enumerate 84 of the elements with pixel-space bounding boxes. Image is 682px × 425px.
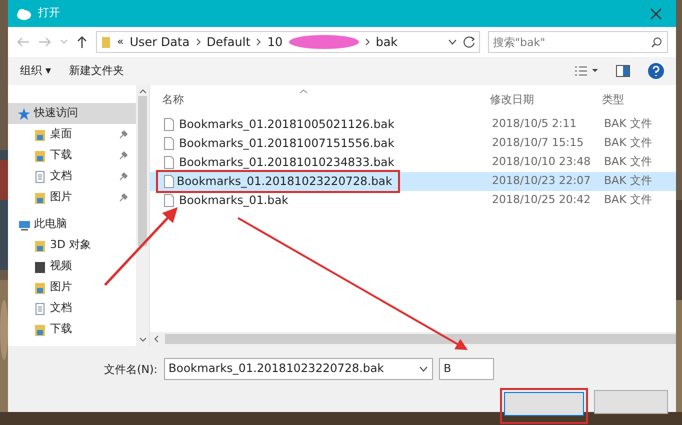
sidebar-item[interactable]: 视频 xyxy=(8,256,136,277)
preview-pane-icon[interactable] xyxy=(616,65,630,77)
dropdown-icon xyxy=(418,366,428,372)
folder-icon xyxy=(34,282,46,294)
folder-icon xyxy=(101,36,111,48)
path-segment[interactable]: bak xyxy=(376,33,398,51)
filename-field[interactable]: Bookmarks_01.20181023220728.bak xyxy=(164,358,433,380)
folder-icon xyxy=(34,324,46,336)
sort-caret-icon xyxy=(299,88,308,94)
window-title: 打开 xyxy=(38,5,60,22)
chevron-icon xyxy=(256,38,262,46)
address-bar[interactable]: « User Data Default 10 bak xyxy=(96,31,480,53)
redaction-mark xyxy=(288,35,359,49)
file-row[interactable]: Bookmarks_01.20181010234833.bak 2018/10/10 23:48 BAK 文件 xyxy=(150,153,676,172)
refresh-icon[interactable] xyxy=(463,36,475,48)
file-date: 2018/10/10 23:48 xyxy=(492,155,591,168)
file-icon xyxy=(164,118,174,131)
sidebar-item[interactable]: 桌面 xyxy=(8,124,136,145)
sidebar-item[interactable]: 图片 xyxy=(8,277,136,298)
folder-icon xyxy=(34,150,46,162)
file-icon xyxy=(164,194,174,207)
open-button[interactable] xyxy=(504,392,584,416)
file-type: BAK 文件 xyxy=(604,155,652,168)
folder-icon xyxy=(34,240,46,252)
sidebar-item[interactable]: 下载 xyxy=(8,145,136,166)
sidebar-item[interactable]: 图片 xyxy=(8,187,136,208)
scroll-left-icon xyxy=(154,335,159,343)
file-type: BAK 文件 xyxy=(604,193,652,206)
dropdown-icon[interactable] xyxy=(448,39,457,45)
file-name: Bookmarks_01.20181023220728.bak xyxy=(176,172,392,190)
sidebar-item[interactable]: 文档 xyxy=(8,298,136,319)
file-date: 2018/10/5 2:11 xyxy=(492,117,577,130)
scrollbar[interactable] xyxy=(150,332,676,346)
file-row[interactable]: Bookmarks_01.20181005021126.bak 2018/10/5 2:11 BAK 文件 xyxy=(150,115,676,134)
sidebar-item[interactable]: 此电脑 xyxy=(8,214,136,235)
path-segment[interactable]: User Data xyxy=(130,33,190,51)
file-date: 2018/10/7 15:15 xyxy=(492,136,584,150)
file-name: Bookmarks_01.20181005021126.bak xyxy=(179,116,394,133)
path-segment[interactable]: 10 xyxy=(267,33,283,51)
sidebar-item[interactable]: 文档 xyxy=(8,166,136,187)
filename-label: 文件名(N): xyxy=(104,362,158,378)
path-segment[interactable]: Default xyxy=(206,33,250,51)
folder-icon xyxy=(34,128,46,140)
sidebar-item[interactable]: 快速访问 xyxy=(8,103,136,124)
document-icon xyxy=(34,170,46,182)
file-type: BAK 文件 xyxy=(604,174,652,188)
file-name: Bookmarks_01.20181007151556.bak xyxy=(179,134,394,152)
file-row[interactable]: Bookmarks_01.bak 2018/10/25 20:42 BAK 文件 xyxy=(150,191,676,210)
column-header[interactable]: 类型 xyxy=(602,92,624,106)
close-icon[interactable] xyxy=(650,8,662,20)
file-icon xyxy=(164,137,174,150)
path-overflow-chevron[interactable]: « xyxy=(117,34,124,50)
search-icon xyxy=(651,36,662,48)
app-icon xyxy=(16,6,32,20)
document-icon xyxy=(34,302,46,314)
file-type: BAK 文件 xyxy=(604,117,652,130)
file-row[interactable]: Bookmarks_01.20181007151556.bak 2018/10/7 15:15 BAK 文件 xyxy=(150,134,676,153)
file-date: 2018/10/25 20:42 xyxy=(492,193,591,206)
scroll-down-icon xyxy=(138,337,146,342)
video-folder-icon xyxy=(34,260,46,272)
chevron-icon xyxy=(364,38,370,46)
column-header[interactable]: 修改日期 xyxy=(490,92,534,106)
folder-icon xyxy=(34,192,46,204)
file-name: Bookmarks_01.20181010234833.bak xyxy=(179,154,394,171)
file-icon xyxy=(164,175,174,188)
new-folder-button[interactable]: 新建文件夹 xyxy=(69,62,124,80)
file-type-dropdown[interactable]: B xyxy=(438,358,494,380)
help-icon[interactable] xyxy=(648,63,664,79)
computer-icon xyxy=(18,218,30,230)
search-field[interactable]: 搜索"bak" xyxy=(488,31,668,53)
star-icon xyxy=(18,108,30,120)
file-row[interactable]: Bookmarks_01.20181023220728.bak 2018/10/23 22:07 BAK 文件 xyxy=(150,172,676,191)
view-options-icon[interactable] xyxy=(574,65,598,77)
scroll-up-icon xyxy=(138,89,146,94)
chevron-icon xyxy=(196,38,201,46)
file-name: Bookmarks_01.bak xyxy=(179,192,288,209)
file-icon xyxy=(164,156,174,169)
column-header[interactable]: 名称 xyxy=(162,92,184,108)
sidebar-item[interactable]: 下载 xyxy=(8,319,136,340)
organize-menu[interactable]: 组织 ▾ xyxy=(20,62,52,80)
sidebar-item[interactable]: 3D 对象 xyxy=(8,235,136,256)
up-icon[interactable] xyxy=(76,35,88,49)
file-date: 2018/10/23 22:07 xyxy=(492,174,591,188)
file-type: BAK 文件 xyxy=(604,136,652,150)
